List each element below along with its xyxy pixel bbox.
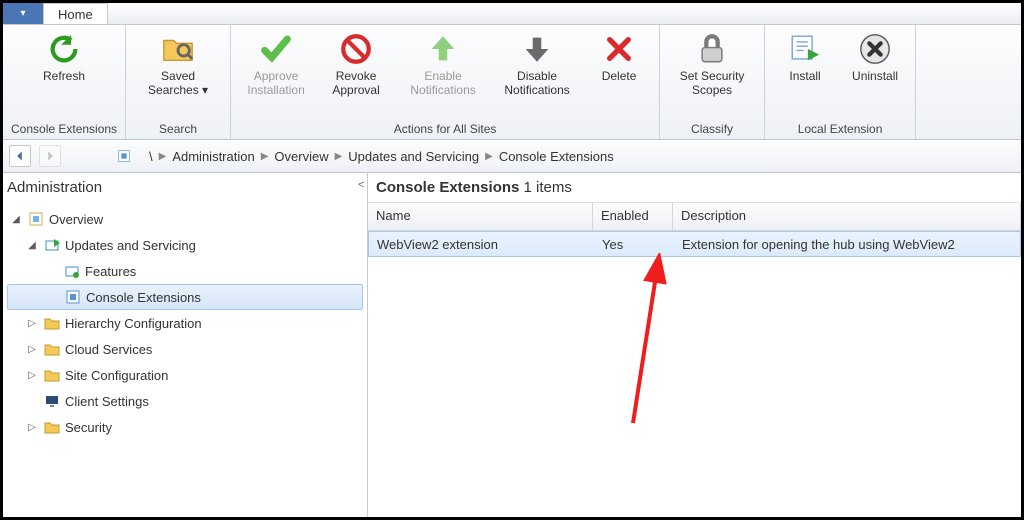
- forward-button[interactable]: [39, 145, 61, 167]
- tree-console-extensions[interactable]: Console Extensions: [7, 284, 363, 310]
- folder-icon: [43, 314, 61, 332]
- tree-features[interactable]: Features: [7, 258, 363, 284]
- console-ext-icon: [64, 288, 82, 306]
- expand-icon[interactable]: ▷: [25, 344, 39, 355]
- folder-icon: [43, 366, 61, 384]
- breadcrumb: \ ▶ Administration ▶ Overview ▶ Updates …: [149, 149, 614, 164]
- breadcrumb-root-icon[interactable]: [113, 145, 135, 167]
- check-icon: [258, 31, 294, 67]
- tree-label: Security: [65, 420, 112, 435]
- tree-label: Console Extensions: [86, 290, 201, 305]
- grid-header: Name Enabled Description: [368, 203, 1021, 231]
- breadcrumb-administration[interactable]: Administration: [172, 149, 254, 164]
- tree-overview[interactable]: ◢ Overview: [7, 206, 363, 232]
- updates-icon: [43, 236, 61, 254]
- tree-cloud[interactable]: ▷ Cloud Services: [7, 336, 363, 362]
- cell-name: WebView2 extension: [369, 233, 594, 256]
- table-row[interactable]: WebView2 extension Yes Extension for ope…: [368, 231, 1021, 257]
- cell-enabled: Yes: [594, 233, 674, 256]
- col-enabled[interactable]: Enabled: [593, 203, 673, 230]
- refresh-icon: [46, 31, 82, 67]
- refresh-button[interactable]: Refresh: [27, 27, 101, 83]
- breadcrumb-root[interactable]: \: [149, 149, 153, 164]
- content-pane: < Console Extensions 1 items Name Enable…: [368, 173, 1021, 517]
- enable-notifications-button[interactable]: Enable Notifications: [399, 27, 487, 97]
- tree-label: Features: [85, 264, 136, 279]
- collapse-sidebar-button[interactable]: <: [358, 179, 364, 191]
- col-name[interactable]: Name: [368, 203, 593, 230]
- lock-icon: [694, 31, 730, 67]
- saved-searches-button[interactable]: Saved Searches ▾: [134, 27, 222, 97]
- tree-label: Overview: [49, 212, 103, 227]
- tree-site[interactable]: ▷ Site Configuration: [7, 362, 363, 388]
- approve-installation-button[interactable]: Approve Installation: [239, 27, 313, 97]
- install-button[interactable]: Install: [773, 27, 837, 83]
- tree-label: Updates and Servicing: [65, 238, 196, 253]
- col-description[interactable]: Description: [673, 203, 1021, 230]
- x-icon: [601, 31, 637, 67]
- tree-label: Site Configuration: [65, 368, 168, 383]
- disable-notifications-button[interactable]: Disable Notifications: [493, 27, 581, 97]
- tree-label: Hierarchy Configuration: [65, 316, 202, 331]
- features-icon: [63, 262, 81, 280]
- uninstall-button[interactable]: Uninstall: [843, 27, 907, 83]
- breadcrumb-overview[interactable]: Overview: [274, 149, 328, 164]
- content-title: Console Extensions 1 items: [368, 173, 1021, 203]
- monitor-icon: [43, 392, 61, 410]
- annotation-arrow: [593, 253, 673, 433]
- expand-icon[interactable]: ◢: [25, 240, 39, 251]
- ribbon: Refresh Console Extensions Saved Searche…: [3, 25, 1021, 140]
- expand-icon[interactable]: ◢: [9, 214, 23, 225]
- navigation-bar: \ ▶ Administration ▶ Overview ▶ Updates …: [3, 140, 1021, 173]
- quick-access-dropdown[interactable]: ▾: [3, 3, 43, 24]
- arrow-up-icon: [425, 31, 461, 67]
- arrow-down-icon: [519, 31, 555, 67]
- delete-button[interactable]: Delete: [587, 27, 651, 83]
- folder-icon: [43, 340, 61, 358]
- breadcrumb-console-ext[interactable]: Console Extensions: [499, 149, 614, 164]
- uninstall-icon: [857, 31, 893, 67]
- tree-label: Client Settings: [65, 394, 149, 409]
- tree-security[interactable]: ▷ Security: [7, 414, 363, 440]
- tree-client[interactable]: Client Settings: [7, 388, 363, 414]
- prohibit-icon: [338, 31, 374, 67]
- expand-icon[interactable]: ▷: [25, 370, 39, 381]
- back-button[interactable]: [9, 145, 31, 167]
- install-icon: [787, 31, 823, 67]
- tree-hierarchy[interactable]: ▷ Hierarchy Configuration: [7, 310, 363, 336]
- folder-icon: [43, 418, 61, 436]
- breadcrumb-updates[interactable]: Updates and Servicing: [348, 149, 479, 164]
- sidebar-title: Administration: [3, 173, 367, 206]
- expand-icon[interactable]: ▷: [25, 318, 39, 329]
- cell-description: Extension for opening the hub using WebV…: [674, 233, 1020, 256]
- expand-icon[interactable]: ▷: [25, 422, 39, 433]
- navigation-sidebar: Administration ◢ Overview ◢ Updates and …: [3, 173, 368, 517]
- tab-home[interactable]: Home: [43, 3, 108, 24]
- overview-icon: [27, 210, 45, 228]
- folder-search-icon: [160, 31, 196, 67]
- set-security-scopes-button[interactable]: Set Security Scopes: [668, 27, 756, 97]
- revoke-approval-button[interactable]: Revoke Approval: [319, 27, 393, 97]
- tree-updates-servicing[interactable]: ◢ Updates and Servicing: [7, 232, 363, 258]
- tree-label: Cloud Services: [65, 342, 152, 357]
